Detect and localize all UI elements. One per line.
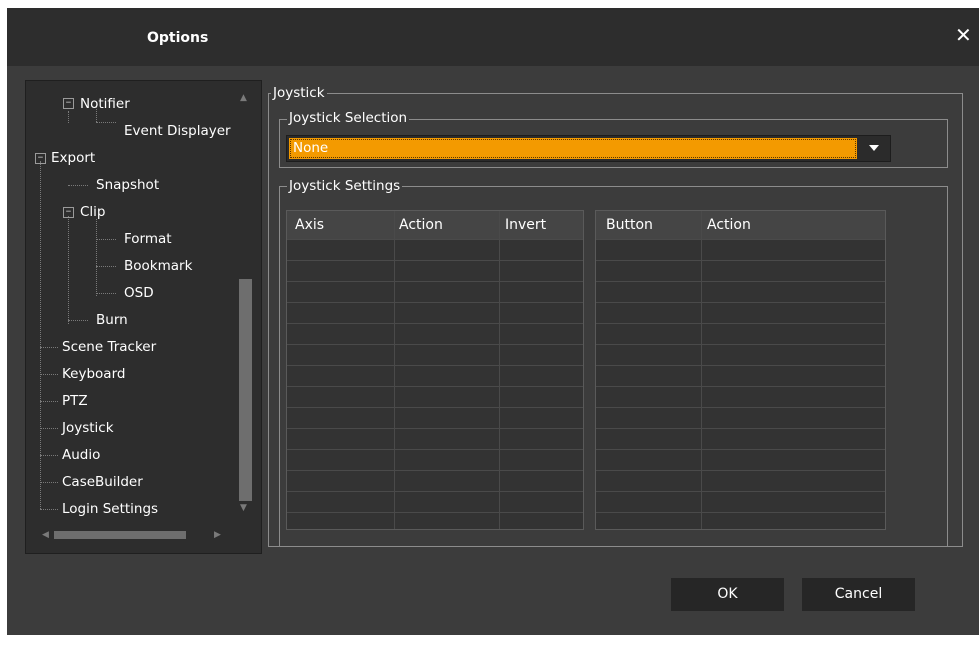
joystick-selection-title: Joystick Selection: [287, 110, 410, 126]
grid-row-line: [287, 512, 583, 513]
tree-connector: [96, 239, 116, 240]
column-header-button[interactable]: Button: [606, 217, 653, 233]
button-table[interactable]: Button Action: [595, 210, 886, 530]
grid-row-line: [287, 239, 583, 240]
grid-row-line: [596, 302, 885, 303]
collapse-icon[interactable]: −: [63, 207, 74, 218]
tree-connector: [68, 111, 69, 123]
column-header-axis[interactable]: Axis: [295, 217, 324, 233]
tree-connector: [68, 185, 88, 186]
grid-row-line: [287, 281, 583, 282]
scroll-left-icon[interactable]: ◀: [42, 530, 49, 540]
dialog-title: Options: [147, 30, 209, 46]
tree-connector: [96, 266, 116, 267]
tree-connector: [96, 122, 116, 123]
grid-row-line: [596, 260, 885, 261]
ok-button[interactable]: OK: [671, 578, 784, 611]
options-tree[interactable]: − − − Notifier Event Displayer Export Sn…: [25, 80, 262, 554]
scroll-down-icon[interactable]: ▼: [240, 503, 247, 513]
tree-item-login-settings[interactable]: Login Settings: [62, 501, 158, 517]
grid-row-line: [287, 449, 583, 450]
grid-row-line: [287, 323, 583, 324]
grid-row-line: [596, 512, 885, 513]
cancel-button[interactable]: Cancel: [802, 578, 915, 611]
grid-row-line: [596, 428, 885, 429]
grid-row-line: [287, 470, 583, 471]
tree-item-ptz[interactable]: PTZ: [62, 393, 88, 409]
tree-item-snapshot[interactable]: Snapshot: [96, 177, 159, 193]
tree-item-notifier[interactable]: Notifier: [80, 96, 130, 112]
tree-connector: [40, 401, 58, 402]
grid-row-line: [287, 260, 583, 261]
joystick-settings-title: Joystick Settings: [287, 178, 403, 194]
grid-row-line: [287, 407, 583, 408]
grid-row-line: [287, 428, 583, 429]
title-bar[interactable]: Options ✕: [7, 8, 979, 66]
joystick-group-title: Joystick: [271, 85, 327, 101]
grid-row-line: [287, 491, 583, 492]
tree-item-event-displayer[interactable]: Event Displayer: [124, 123, 231, 139]
grid-row-line: [596, 239, 885, 240]
grid-row-line: [287, 386, 583, 387]
tree-connector: [40, 347, 58, 348]
close-icon[interactable]: ✕: [955, 23, 972, 47]
tree-item-osd[interactable]: OSD: [124, 285, 154, 301]
tree-connector: [40, 482, 58, 483]
column-header-action[interactable]: Action: [707, 217, 751, 233]
tree-connector: [40, 428, 58, 429]
grid-row-line: [287, 344, 583, 345]
grid-row-line: [287, 365, 583, 366]
tree-item-burn[interactable]: Burn: [96, 312, 128, 328]
grid-column-divider: [394, 211, 395, 529]
scroll-right-icon[interactable]: ▶: [214, 530, 221, 540]
grid-row-line: [596, 323, 885, 324]
grid-column-divider: [701, 211, 702, 529]
tree-item-export[interactable]: Export: [51, 150, 95, 166]
grid-row-line: [596, 407, 885, 408]
tree-item-audio[interactable]: Audio: [62, 447, 100, 463]
tree-item-scene-tracker[interactable]: Scene Tracker: [62, 339, 156, 355]
axis-table[interactable]: Axis Action Invert: [286, 210, 584, 530]
scroll-up-icon[interactable]: ▲: [240, 93, 247, 103]
collapse-icon[interactable]: −: [63, 98, 74, 109]
tree-connector: [40, 509, 58, 510]
grid-row-line: [596, 491, 885, 492]
column-header-action[interactable]: Action: [399, 217, 443, 233]
tree-connector: [40, 455, 58, 456]
horizontal-scroll-thumb[interactable]: [54, 531, 186, 539]
vertical-scroll-thumb[interactable]: [239, 279, 252, 501]
chevron-down-icon[interactable]: [869, 145, 879, 151]
grid-row-line: [596, 281, 885, 282]
tree-item-format[interactable]: Format: [124, 231, 172, 247]
tree-item-bookmark[interactable]: Bookmark: [124, 258, 192, 274]
joystick-select-value: None: [289, 138, 857, 159]
joystick-select[interactable]: None: [286, 135, 891, 162]
grid-row-line: [596, 365, 885, 366]
collapse-icon[interactable]: −: [35, 153, 46, 164]
grid-row-line: [596, 344, 885, 345]
tree-item-joystick[interactable]: Joystick: [62, 420, 114, 436]
tree-item-casebuilder[interactable]: CaseBuilder: [62, 474, 143, 490]
tree-connector: [96, 219, 97, 296]
tree-connector: [40, 374, 58, 375]
grid-column-divider: [499, 211, 500, 529]
column-header-invert[interactable]: Invert: [505, 217, 546, 233]
grid-row-line: [596, 449, 885, 450]
tree-connector: [40, 161, 41, 509]
tree-connector: [96, 293, 116, 294]
tree-item-clip[interactable]: Clip: [80, 204, 106, 220]
tree-connector: [68, 320, 88, 321]
tree-item-keyboard[interactable]: Keyboard: [62, 366, 125, 382]
grid-row-line: [596, 386, 885, 387]
grid-row-line: [287, 302, 583, 303]
tree-connector: [68, 216, 69, 324]
grid-row-line: [596, 470, 885, 471]
